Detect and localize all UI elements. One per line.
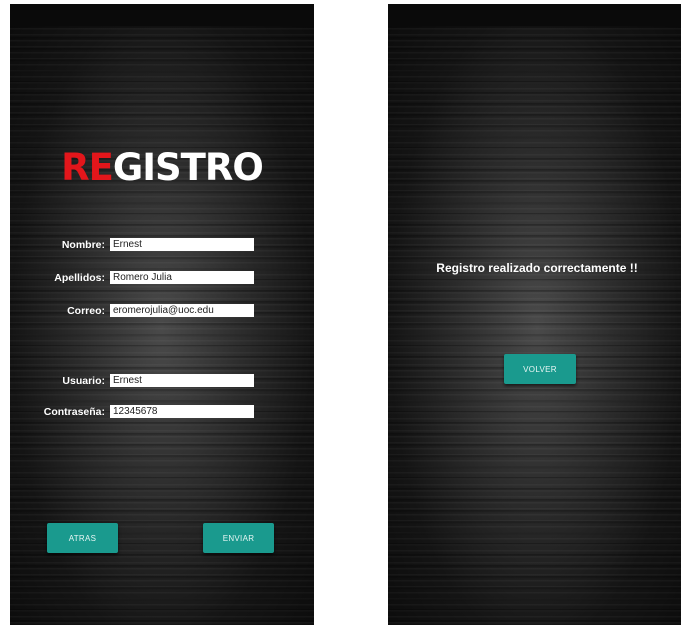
logo-accent-text: RE (61, 146, 114, 189)
confirmation-screen: Registro realizado correctamente !! VOLV… (388, 4, 681, 625)
apellidos-row: Apellidos: (10, 270, 314, 286)
success-message: Registro realizado correctamente !! (436, 261, 638, 275)
contrasena-input[interactable] (110, 405, 254, 418)
registro-logo: REGISTRO (10, 146, 314, 190)
nombre-row: Nombre: (10, 237, 314, 253)
correo-row: Correo: (10, 303, 314, 319)
apellidos-input[interactable] (110, 271, 254, 284)
volver-button[interactable]: VOLVER (504, 354, 576, 384)
usuario-label: Usuario: (62, 375, 105, 387)
contrasena-label: Contraseña: (43, 406, 105, 418)
nombre-input[interactable] (110, 238, 254, 251)
correo-label: Correo: (67, 305, 105, 317)
nombre-label: Nombre: (61, 239, 105, 251)
logo-main-text: GISTRO (112, 146, 264, 189)
registration-screen: REGISTRO Nombre: Apellidos: Correo: Usua… (10, 4, 314, 625)
apellidos-label: Apellidos: (54, 272, 105, 284)
contrasena-row: Contraseña: (10, 404, 314, 420)
usuario-row: Usuario: (10, 373, 314, 389)
correo-input[interactable] (110, 304, 254, 317)
usuario-input[interactable] (110, 374, 254, 387)
enviar-button[interactable]: ENVIAR (203, 523, 274, 553)
atras-button[interactable]: ATRAS (47, 523, 118, 553)
